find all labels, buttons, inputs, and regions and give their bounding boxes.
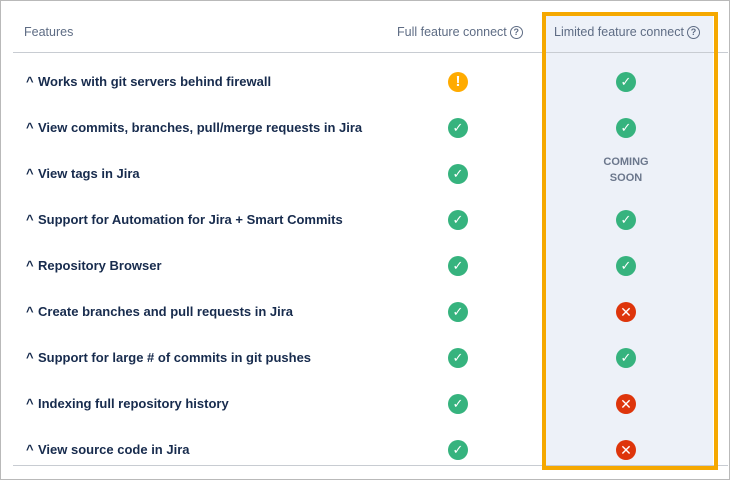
comparison-frame: Features Full feature connect? Limited f…: [0, 0, 730, 480]
check-icon: ✓: [448, 440, 468, 460]
feature-toggle[interactable]: ^ View source code in Jira: [26, 442, 190, 457]
feature-label: Indexing full repository history: [38, 396, 229, 411]
feature-toggle[interactable]: ^ View commits, branches, pull/merge requ…: [26, 120, 362, 135]
help-icon[interactable]: ?: [509, 26, 523, 39]
feature-toggle[interactable]: ^ Support for Automation for Jira + Smart…: [26, 212, 343, 227]
feature-label: Repository Browser: [38, 258, 162, 273]
check-icon: ✓: [448, 210, 468, 230]
feature-toggle[interactable]: ^ Create branches and pull requests in Ji…: [26, 304, 293, 319]
feature-toggle[interactable]: ^ Works with git servers behind firewall: [26, 74, 271, 89]
caret-up-icon: ^: [26, 350, 34, 365]
check-icon: ✓: [448, 164, 468, 184]
feature-toggle[interactable]: ^ Indexing full repository history: [26, 396, 229, 411]
caret-up-icon: ^: [26, 442, 34, 457]
feature-label: Works with git servers behind firewall: [38, 74, 272, 89]
feature-toggle[interactable]: ^ View tags in Jira: [26, 166, 140, 181]
feature-label: View commits, branches, pull/merge reque…: [38, 120, 363, 135]
feature-label: Support for large # of commits in git pu…: [38, 350, 312, 365]
feature-toggle[interactable]: ^ Support for large # of commits in git p…: [26, 350, 311, 365]
header-features: Features: [24, 25, 74, 39]
caret-up-icon: ^: [26, 396, 34, 411]
feature-label: View source code in Jira: [38, 442, 190, 457]
caret-up-icon: ^: [26, 166, 34, 181]
caret-up-icon: ^: [26, 212, 34, 227]
caret-up-icon: ^: [26, 258, 34, 273]
caret-up-icon: ^: [26, 74, 34, 89]
limited-column-highlight: [542, 12, 718, 470]
check-icon: ✓: [448, 302, 468, 322]
check-icon: ✓: [448, 118, 468, 138]
caret-up-icon: ^: [26, 304, 34, 319]
feature-label: View tags in Jira: [38, 166, 140, 181]
feature-label: Support for Automation for Jira + Smart …: [38, 212, 343, 227]
check-icon: ✓: [448, 394, 468, 414]
check-icon: ✓: [448, 256, 468, 276]
feature-toggle[interactable]: ^ Repository Browser: [26, 258, 162, 273]
feature-label: Create branches and pull requests in Jir…: [38, 304, 294, 319]
check-icon: ✓: [448, 348, 468, 368]
caret-up-icon: ^: [26, 120, 34, 135]
header-full-feature-connect: Full feature connect?: [397, 25, 523, 39]
warning-icon: !: [448, 72, 468, 92]
